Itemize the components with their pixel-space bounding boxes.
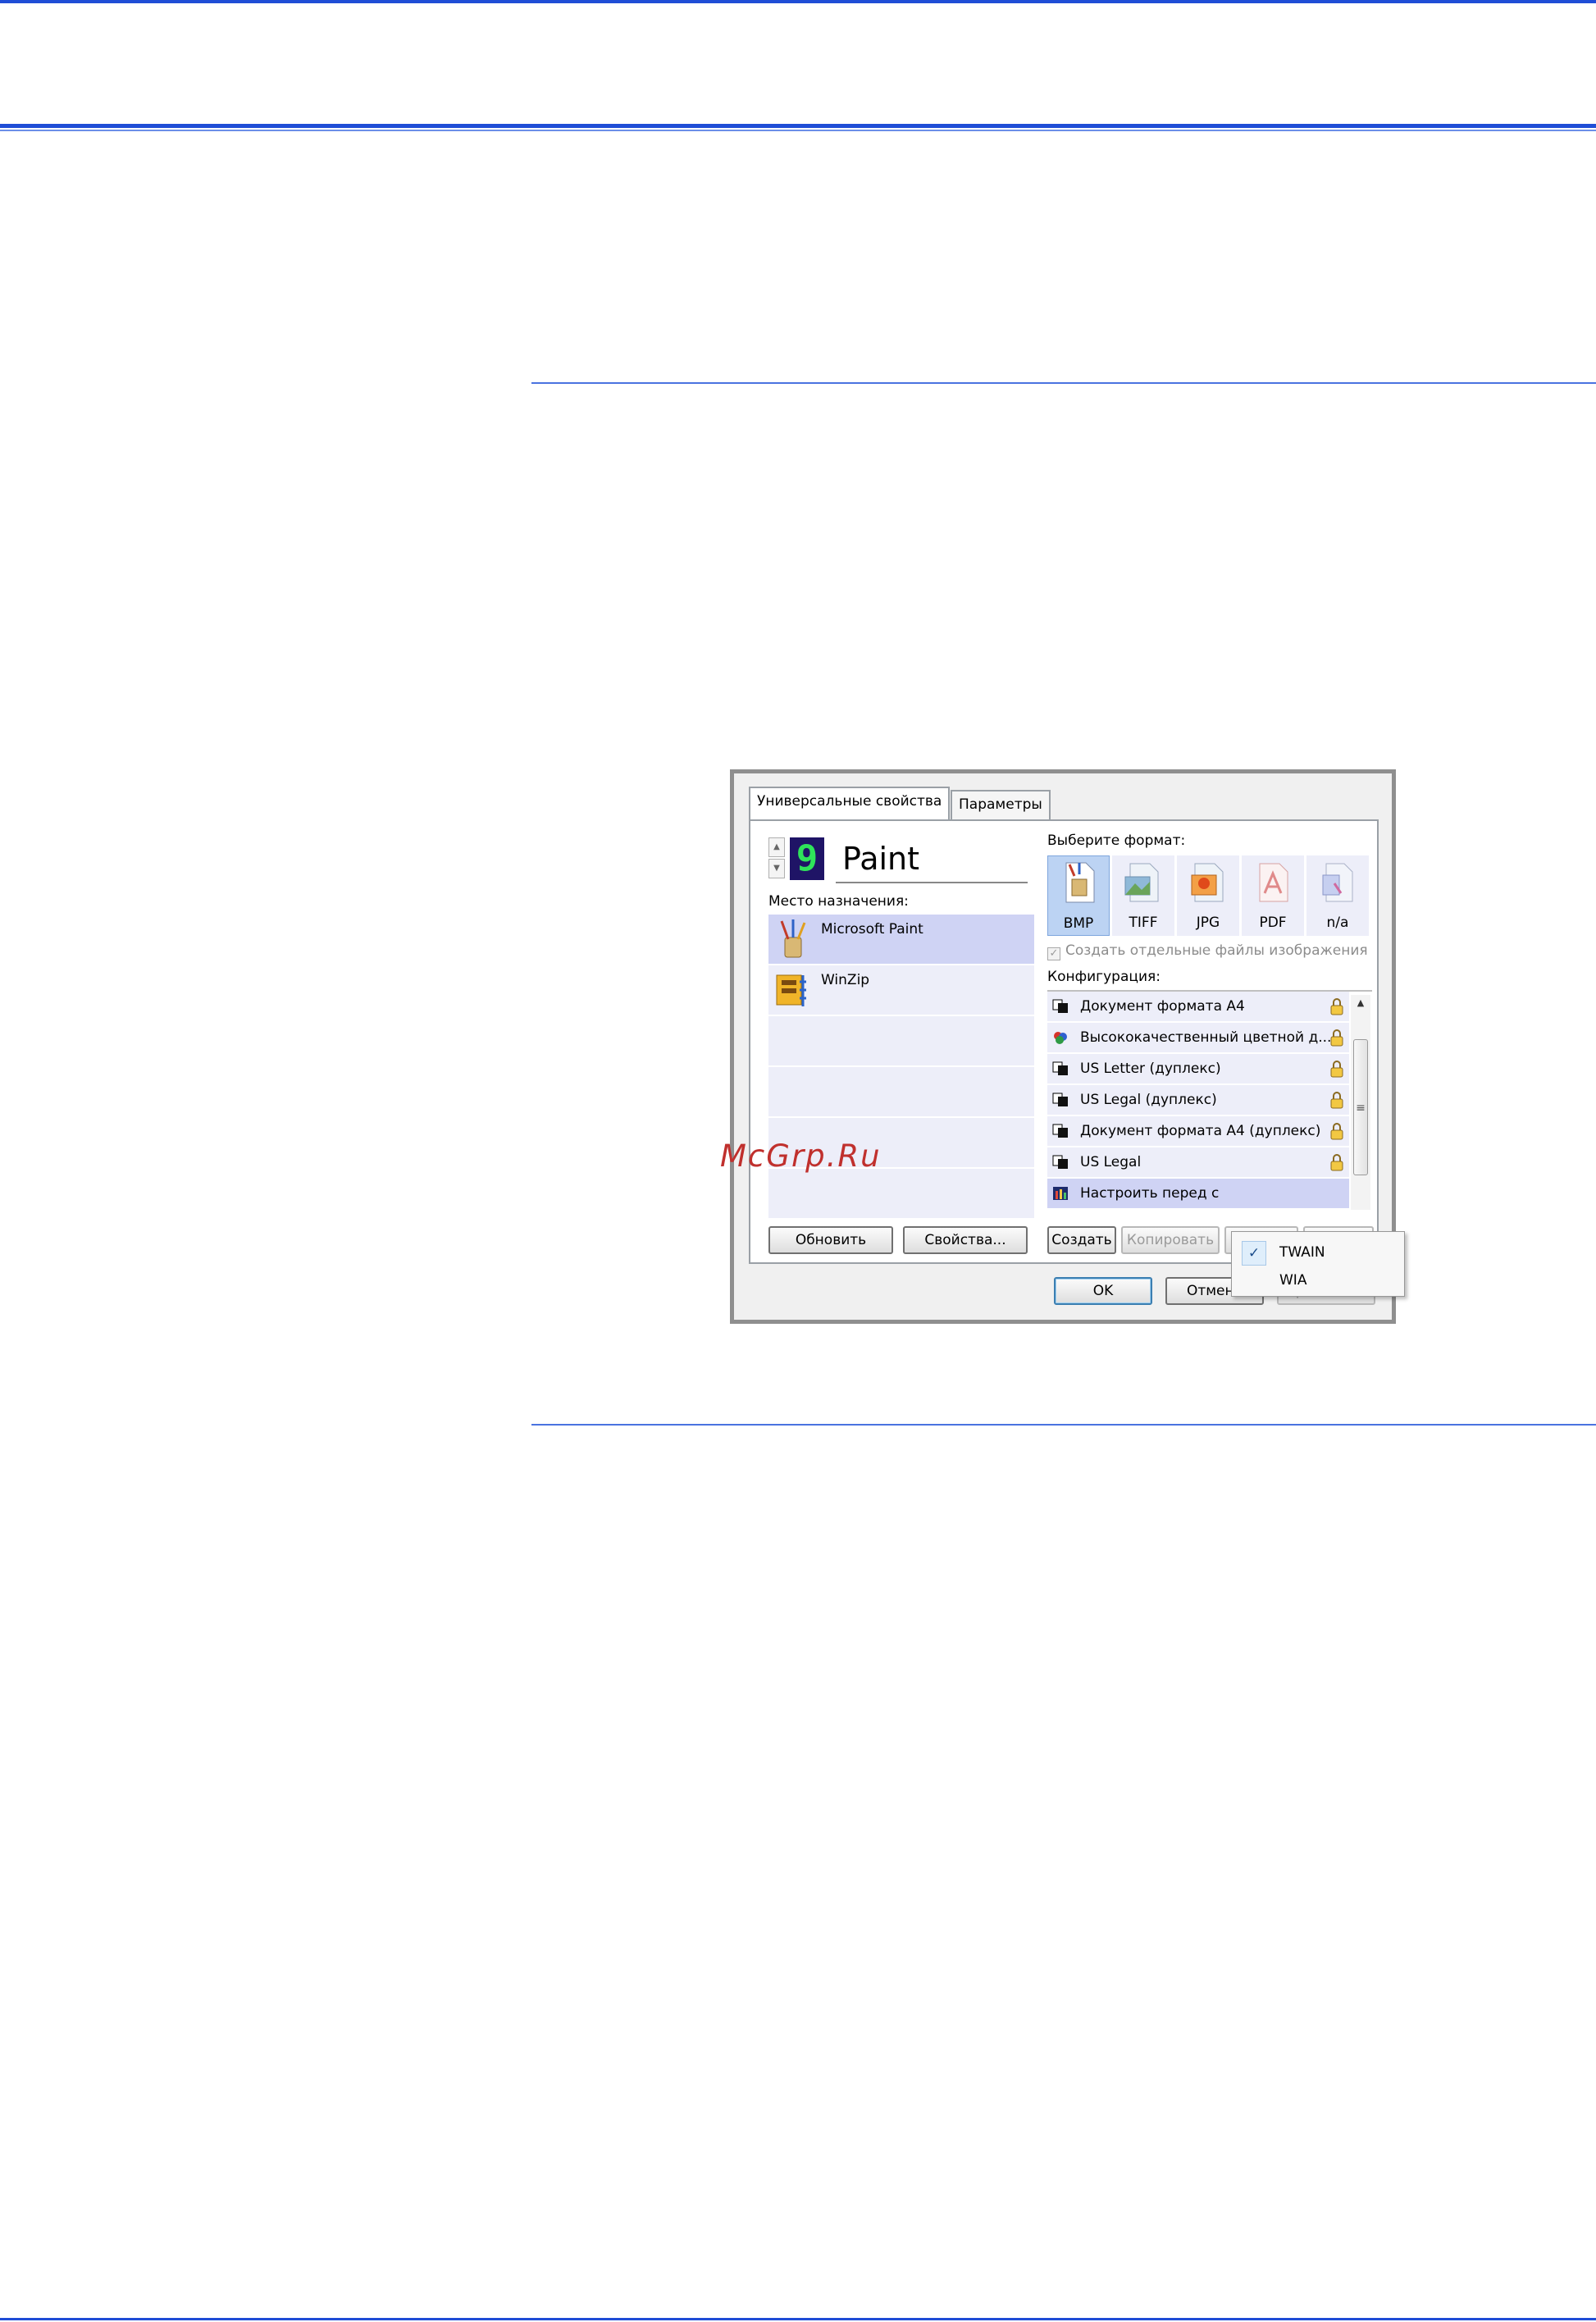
destination-label-text: WinZip [821,972,870,988]
scroll-thumb[interactable]: ≡ [1353,1039,1368,1175]
jpg-file-icon [1191,863,1224,902]
winzip-icon [776,974,806,1006]
properties-panel: ▲ ▼ 9 Paint Место назначения: Microsoft … [749,819,1405,1297]
format-bmp[interactable]: BMP [1047,855,1110,936]
profile-spinner[interactable]: ▲ ▼ [768,837,787,880]
configuration-label: Конфигурация: [1047,969,1161,985]
config-label: US Legal [1080,1154,1142,1170]
scroll-up-icon[interactable]: ▲ [1351,995,1370,1011]
destination-item-empty[interactable] [768,1067,1034,1116]
refresh-button[interactable]: Обновить [768,1226,893,1254]
spin-up-icon[interactable]: ▲ [768,837,785,857]
format-pdf[interactable]: PDF [1242,855,1304,936]
checkmark-icon: ✓ [1242,1241,1266,1266]
bw-document-icon [1052,1155,1068,1169]
config-scrollbar[interactable]: ▲ ≡ [1351,995,1370,1210]
config-item[interactable]: US Legal (дуплекс) [1047,1085,1349,1115]
config-item[interactable]: Настроить перед с [1047,1179,1349,1208]
header-rule [0,124,1596,128]
destination-item-winzip[interactable]: WinZip [768,965,1034,1015]
config-item[interactable]: US Letter (дуплекс) [1047,1054,1349,1083]
menu-item-label: WIA [1279,1272,1307,1289]
menu-item-label: TWAIN [1279,1244,1325,1261]
destination-item-empty[interactable] [768,1016,1034,1065]
color-document-icon [1054,1032,1067,1044]
format-tiff[interactable]: TIFF [1112,855,1174,936]
bottom-rule [0,2318,1596,2320]
format-caption: JPG [1196,915,1220,931]
section-rule-top [531,382,1596,384]
config-item[interactable]: Высококачественный цветной д... [1047,1023,1349,1052]
lock-icon [1330,1029,1343,1047]
bw-document-icon [1052,1061,1068,1075]
tab-parameters[interactable]: Параметры [951,790,1051,819]
checkbox-checked-disabled-icon[interactable]: ✓ [1047,947,1060,960]
scan-driver-menu: ✓ TWAIN WIA [1231,1231,1405,1297]
pdf-file-icon [1259,863,1288,902]
config-label: Высококачественный цветной д... [1080,1029,1332,1046]
separate-files-label: Создать отдельные файлы изображения [1065,942,1368,959]
bw-document-icon [1052,1124,1068,1138]
destination-list: Microsoft Paint WinZip [768,915,1034,1221]
config-label: Настроить перед с [1080,1185,1220,1202]
lock-icon [1330,1154,1343,1171]
format-caption: n/a [1326,915,1349,931]
profile-number: 9 [790,837,824,880]
separate-files-checkbox[interactable]: ✓ Создать отдельные файлы изображения [1047,942,1368,960]
config-label: Документ формата A4 [1080,998,1245,1015]
format-jpg[interactable]: JPG [1177,855,1239,936]
profile-name-field[interactable]: Paint [836,837,1028,883]
tiff-file-icon [1124,863,1159,902]
tab-universal-properties[interactable]: Универсальные свойства [749,787,951,819]
top-thin-rule [0,0,1596,3]
format-na[interactable]: n/a [1306,855,1369,936]
section-rule-bottom [531,1424,1596,1426]
create-button[interactable]: Создать [1047,1226,1116,1254]
config-item[interactable]: US Legal [1047,1147,1349,1177]
format-selector: BMP TIFF JPG PDF n/a [1047,855,1370,936]
format-caption: TIFF [1129,915,1158,931]
na-file-icon [1322,863,1353,902]
config-item[interactable]: Документ формата A4 [1047,992,1349,1021]
format-caption: BMP [1063,915,1094,932]
config-label: US Letter (дуплекс) [1080,1061,1221,1077]
bmp-file-icon [1065,862,1095,903]
bw-document-icon [1052,999,1068,1013]
lock-icon [1330,1061,1343,1078]
lock-icon [1330,998,1343,1015]
properties-dialog: Универсальные свойства Параметры ▲ ▼ 9 P… [730,769,1405,1324]
menu-item-wia[interactable]: WIA [1238,1268,1398,1293]
lock-icon [1330,1092,1343,1109]
destination-item-empty[interactable] [768,1169,1034,1218]
config-label: US Legal (дуплекс) [1080,1092,1217,1108]
properties-button[interactable]: Свойства... [903,1226,1028,1254]
menu-item-twain[interactable]: ✓ TWAIN [1238,1240,1398,1266]
spin-down-icon[interactable]: ▼ [768,859,785,878]
bw-document-icon [1052,1093,1068,1106]
destination-item-microsoft-paint[interactable]: Microsoft Paint [768,915,1034,964]
destination-label-text: Microsoft Paint [821,921,923,937]
destination-label: Место назначения: [768,893,909,910]
paint-brushes-icon [780,919,806,958]
header-rule-shadow [0,130,1596,131]
format-label: Выберите формат: [1047,833,1186,849]
configure-scan-icon [1053,1187,1068,1200]
watermark: McGrp.Ru [720,1138,882,1174]
config-item[interactable]: Документ формата A4 (дуплекс) [1047,1116,1349,1146]
config-label: Документ формата A4 (дуплекс) [1080,1123,1321,1139]
lock-icon [1330,1123,1343,1140]
ok-button[interactable]: OK [1054,1277,1152,1305]
copy-button[interactable]: Копировать [1121,1226,1220,1254]
format-caption: PDF [1259,915,1287,931]
configuration-list: Документ формата A4 Высококачественный ц… [1047,990,1372,1210]
